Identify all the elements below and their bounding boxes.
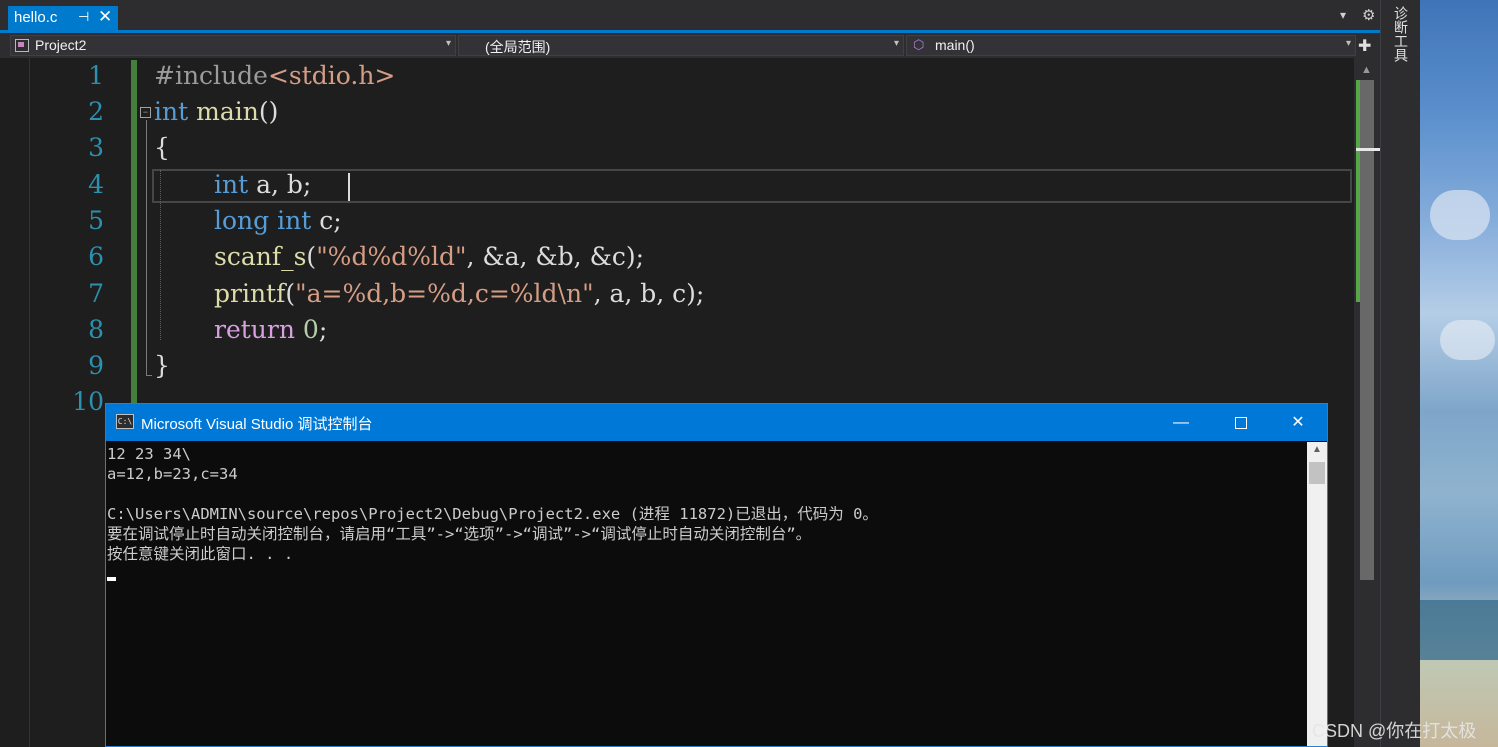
keyword: int xyxy=(154,97,189,126)
current-line-highlight xyxy=(152,169,1352,203)
console-vertical-scrollbar[interactable]: ▲ xyxy=(1307,442,1327,746)
project-dropdown[interactable]: Project2 ▾ xyxy=(10,35,456,56)
navigation-bar: Project2 ▾ (全局范围) ▾ ⬡ main() ▾ ✚ xyxy=(0,33,1380,58)
tab-hello-c[interactable]: hello.c ⊣ ✕ xyxy=(8,6,118,30)
code-line-1: #include<stdio.h> xyxy=(154,61,395,90)
declaration: a, b; xyxy=(256,170,312,199)
code-line-6: scanf_s("%d%d%ld", &a, &b, &c); xyxy=(214,242,644,271)
split-editor-icon[interactable]: ✚ xyxy=(1358,36,1371,56)
scope-label: (全局范围) xyxy=(485,39,551,55)
console-app-icon: C:\ xyxy=(116,414,134,429)
number-literal: 0 xyxy=(302,315,319,344)
function-call: scanf_s xyxy=(214,242,307,271)
keyword: int xyxy=(214,170,249,199)
method-cube-icon: ⬡ xyxy=(913,37,925,52)
text-caret xyxy=(348,173,350,201)
maximize-icon xyxy=(1235,416,1247,429)
code-line-2: int main() xyxy=(154,97,278,126)
tab-list-dropdown-icon[interactable]: ▾ xyxy=(1340,8,1346,22)
line-number: 10 xyxy=(72,387,104,416)
parens: () xyxy=(258,97,279,126)
outline-fold-end xyxy=(146,375,152,376)
console-line: 要在调试停止时自动关闭控制台，请启用“工具”->“选项”->“调试”->“调试停… xyxy=(107,525,812,543)
line-number: 1 xyxy=(88,61,104,90)
member-dropdown[interactable]: ⬡ main() ▾ xyxy=(906,35,1356,56)
outline-fold-line xyxy=(146,120,147,375)
collapse-toggle-icon[interactable]: − xyxy=(140,107,151,118)
indent-guide xyxy=(160,170,161,340)
code-line-8: return 0; xyxy=(214,315,327,344)
console-line: C:\Users\ADMIN\source\repos\Project2\Deb… xyxy=(107,505,878,523)
line-number: 8 xyxy=(88,315,104,344)
keyword: long int xyxy=(214,206,312,235)
gear-icon[interactable]: ⚙ xyxy=(1362,6,1375,24)
console-line: 按任意键关闭此窗口. . . xyxy=(107,545,294,563)
caret-position-marker xyxy=(1356,148,1380,151)
project-label: Project2 xyxy=(35,37,87,53)
arguments: , a, b, c); xyxy=(593,279,705,308)
console-title-bar[interactable]: C:\ Microsoft Visual Studio 调试控制台 — ✕ xyxy=(106,404,1327,441)
console-output[interactable]: 12 23 34\ a=12,b=23,c=34 C:\Users\ADMIN\… xyxy=(106,442,1306,746)
function-name: main xyxy=(196,97,259,126)
editor-left-margin xyxy=(0,58,30,747)
line-number: 7 xyxy=(88,279,104,308)
code-line-4: int a, b; xyxy=(214,170,311,199)
semicolon: ; xyxy=(318,315,328,344)
tab-label: hello.c xyxy=(14,9,58,26)
preprocessor-directive: #include xyxy=(154,61,268,90)
chevron-down-icon: ▾ xyxy=(445,38,451,49)
editor-vertical-scrollbar[interactable]: ▲ xyxy=(1356,58,1380,747)
watermark: CSDN @你在打太极 xyxy=(1312,721,1477,741)
code-line-9: } xyxy=(154,351,170,380)
scroll-up-arrow-icon[interactable]: ▲ xyxy=(1361,64,1372,76)
change-tracking-bar xyxy=(131,60,137,405)
line-number: 9 xyxy=(88,351,104,380)
close-button[interactable]: ✕ xyxy=(1268,404,1328,441)
close-brace: } xyxy=(154,351,170,380)
diagnostic-tools-panel[interactable]: 诊断工具 xyxy=(1380,0,1420,747)
arguments: , &a, &b, &c); xyxy=(466,242,644,271)
console-line: a=12,b=23,c=34 xyxy=(107,465,238,483)
scrollbar-thumb[interactable] xyxy=(1360,80,1374,580)
code-line-7: printf("a=%d,b=%d,c=%ld\n", a, b, c); xyxy=(214,279,704,308)
code-line-5: long int c; xyxy=(214,206,342,235)
console-title: Microsoft Visual Studio 调试控制台 xyxy=(141,416,373,433)
console-cursor xyxy=(107,577,116,581)
diagnostic-tools-label: 诊断工具 xyxy=(1393,6,1409,62)
wallpaper-cloud xyxy=(1440,320,1495,360)
paren: ( xyxy=(306,242,317,271)
chevron-down-icon: ▾ xyxy=(1345,38,1351,49)
function-call: printf xyxy=(214,279,286,308)
include-header: <stdio.h> xyxy=(267,61,396,90)
scrollbar-thumb[interactable] xyxy=(1309,462,1325,484)
wallpaper-cloud xyxy=(1430,190,1490,240)
paren: ( xyxy=(285,279,296,308)
line-number: 5 xyxy=(88,206,104,235)
debug-console-window: C:\ Microsoft Visual Studio 调试控制台 — ✕ 12… xyxy=(105,403,1328,747)
line-number: 4 xyxy=(88,170,104,199)
document-tab-bar: hello.c ⊣ ✕ ▾ ⚙ xyxy=(0,0,1380,33)
line-number: 2 xyxy=(88,97,104,126)
minimize-button[interactable]: — xyxy=(1151,404,1211,441)
line-number: 6 xyxy=(88,242,104,271)
variable: c xyxy=(319,206,334,235)
close-icon[interactable]: ✕ xyxy=(98,7,112,27)
member-label: main() xyxy=(935,37,975,53)
console-line: 12 23 34\ xyxy=(107,445,191,463)
semicolon: ; xyxy=(333,206,342,235)
pin-icon[interactable]: ⊣ xyxy=(78,9,89,25)
keyword-return: return xyxy=(214,315,295,344)
format-string: "a=%d,b=%d,c=%ld\n" xyxy=(295,279,594,308)
open-brace: { xyxy=(154,133,170,162)
scope-dropdown[interactable]: (全局范围) ▾ xyxy=(458,35,904,56)
format-string: "%d%d%ld" xyxy=(316,242,467,271)
line-number: 3 xyxy=(88,133,104,162)
project-icon xyxy=(15,39,29,52)
code-line-3: { xyxy=(154,133,170,162)
chevron-down-icon: ▾ xyxy=(893,38,899,49)
maximize-button[interactable] xyxy=(1211,404,1271,441)
scroll-up-arrow-icon[interactable]: ▲ xyxy=(1312,444,1322,455)
desktop-wallpaper xyxy=(1420,0,1498,747)
wallpaper-sea xyxy=(1420,600,1498,660)
